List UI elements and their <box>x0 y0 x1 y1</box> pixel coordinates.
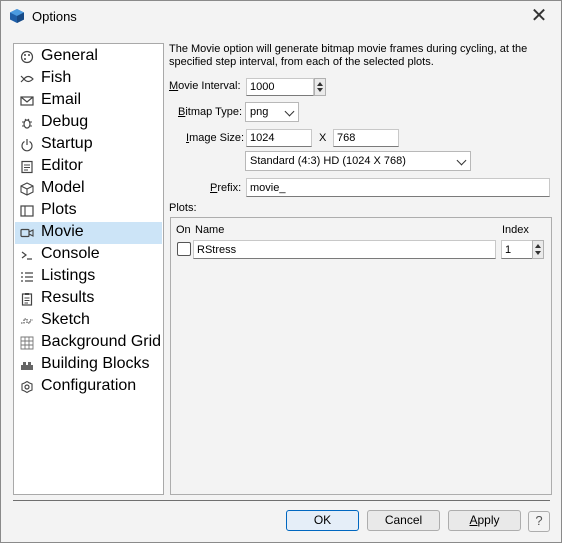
sidebar-item-console[interactable]: Console <box>15 244 162 266</box>
spin-down-icon <box>535 251 541 255</box>
prefix-label: Prefix: <box>210 182 242 194</box>
sidebar-item-model[interactable]: Model <box>15 178 162 200</box>
sidebar-item-label: Building Blocks <box>41 355 150 372</box>
plot-enabled-checkbox[interactable] <box>177 242 191 256</box>
sidebar-item-label: Model <box>41 179 85 196</box>
sidebar-item-email[interactable]: Email <box>15 90 162 112</box>
cube-icon <box>20 182 34 196</box>
sidebar-item-label: Movie <box>41 223 84 240</box>
movie-interval-label: Movie Interval: <box>169 80 241 92</box>
sidebar-item-background-grid[interactable]: Background Grid <box>15 332 162 354</box>
resolution-preset-value: Standard (4:3) HD (1024 X 768) <box>250 155 406 167</box>
sidebar-item-movie[interactable]: Movie <box>15 222 162 244</box>
movie-interval-spinner[interactable] <box>314 78 326 96</box>
sidebar-item-label: Editor <box>41 157 83 174</box>
fish-icon <box>20 75 34 83</box>
cancel-button[interactable]: Cancel <box>367 510 440 531</box>
sidebar-item-label: Plots <box>41 201 77 218</box>
sidebar-item-label: Configuration <box>41 377 137 394</box>
sidebar-item-label: Email <box>41 91 82 108</box>
movie-description: The Movie option will generate bitmap mo… <box>169 43 528 68</box>
list-icon <box>21 272 33 282</box>
sidebar-item-label: Debug <box>41 113 89 130</box>
sidebar-item-label: Startup <box>41 135 93 152</box>
bitmap-type-value: png <box>250 106 269 118</box>
spin-up-icon <box>317 82 323 86</box>
bug-icon <box>22 118 32 129</box>
console-icon <box>21 251 32 260</box>
chevron-down-icon <box>456 155 467 166</box>
sidebar-item-label: Console <box>41 245 100 262</box>
plots-label: Plots: <box>169 202 197 214</box>
help-button[interactable]: ? <box>528 511 550 532</box>
sidebar-item-label: Sketch <box>41 311 90 328</box>
plots-icon <box>20 205 34 217</box>
footer-separator <box>13 500 550 501</box>
palette-icon <box>20 50 34 64</box>
sidebar-item-label: Listings <box>41 267 96 284</box>
sidebar-item-startup[interactable]: Startup <box>15 134 162 156</box>
sidebar-item-building-blocks[interactable]: Building Blocks <box>15 354 162 376</box>
size-separator: X <box>319 132 327 144</box>
power-icon <box>21 139 33 152</box>
column-header-index: Index <box>502 224 529 236</box>
sidebar-item-listings[interactable]: Listings <box>15 266 162 288</box>
blocks-icon <box>21 362 33 370</box>
sidebar-item-plots[interactable]: Plots <box>15 200 162 222</box>
column-header-name: Name <box>195 224 225 236</box>
chevron-down-icon <box>284 106 295 117</box>
image-height-field[interactable] <box>333 129 399 147</box>
plot-index-field[interactable] <box>501 240 533 259</box>
movie-interval-field[interactable] <box>246 78 314 96</box>
sidebar-item-results[interactable]: Results <box>15 288 162 310</box>
bitmap-type-label: Bitmap Type: <box>178 106 243 118</box>
sidebar-item-debug[interactable]: Debug <box>15 112 162 134</box>
close-button[interactable]: ✕ <box>527 4 551 28</box>
sketch-icon <box>21 318 33 324</box>
sidebar-item-configuration[interactable]: Configuration <box>15 376 162 398</box>
sidebar-item-label: Fish <box>41 69 72 86</box>
plot-index-spinner[interactable] <box>532 240 544 259</box>
gear-icon <box>21 380 33 394</box>
bitmap-type-select[interactable]: png <box>245 102 299 122</box>
grid-icon <box>20 336 34 350</box>
plots-table: On Name Index <box>170 217 552 495</box>
sidebar-item-editor[interactable]: Editor <box>15 156 162 178</box>
sidebar-item-general[interactable]: General <box>15 46 162 68</box>
envelope-icon <box>20 96 34 106</box>
app-cube-icon <box>10 9 24 23</box>
editor-icon <box>21 160 33 174</box>
title-bar: Options ✕ <box>1 1 561 32</box>
sidebar-item-fish[interactable]: Fish <box>15 68 162 90</box>
apply-button[interactable]: Apply <box>448 510 521 531</box>
spin-up-icon <box>535 244 541 248</box>
prefix-field[interactable] <box>246 178 550 197</box>
clipboard-icon <box>21 293 33 306</box>
sidebar-item-label: Background Grid <box>41 333 162 350</box>
sidebar-item-label: General <box>41 47 98 64</box>
plot-name-field[interactable] <box>193 240 496 259</box>
resolution-preset-select[interactable]: Standard (4:3) HD (1024 X 768) <box>245 151 471 171</box>
image-width-field[interactable] <box>246 129 312 147</box>
options-window: Options ✕ General Fish Email Debug Start… <box>0 0 562 543</box>
sidebar-item-sketch[interactable]: Sketch <box>15 310 162 332</box>
image-size-label: Image Size: <box>186 132 245 144</box>
ok-button[interactable]: OK <box>286 510 359 531</box>
sidebar-item-label: Results <box>41 289 95 306</box>
movie-camera-icon <box>20 228 34 238</box>
category-list[interactable]: General Fish Email Debug Startup Editor … <box>13 43 164 495</box>
spin-down-icon <box>317 88 323 92</box>
column-header-on: On <box>176 224 191 236</box>
window-title: Options <box>32 9 77 24</box>
